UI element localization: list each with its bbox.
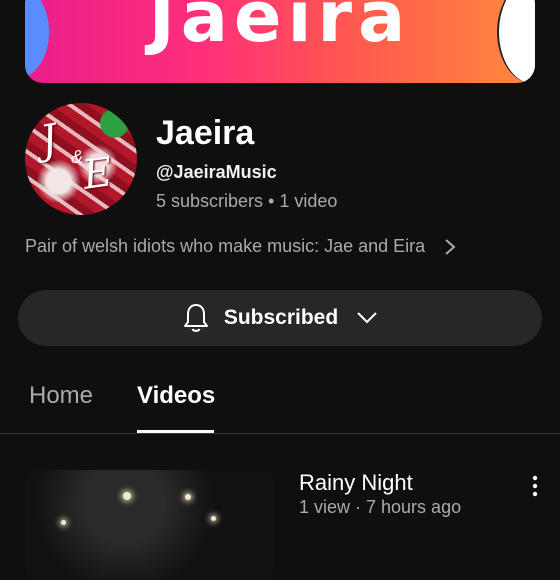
more-options-icon[interactable] [526,474,544,498]
bell-icon [183,304,208,332]
channel-banner: Jaeira [25,0,535,83]
channel-name: Jaeira [156,114,255,152]
tab-videos[interactable]: Videos [137,382,215,410]
subscribed-label: Subscribed [223,306,339,329]
thumbnail-light [185,494,191,500]
channel-handle: @JaeiraMusic [156,162,277,182]
banner-title: Jaeira [148,0,412,58]
thumbnail-light [211,516,216,521]
channel-description: Pair of welsh idiots who make music: Jae… [25,236,426,256]
thumbnail-light [61,520,66,525]
subscribed-button[interactable]: Subscribed [18,290,542,346]
video-thumbnail[interactable] [25,470,274,580]
channel-avatar[interactable]: J & E [25,103,137,215]
channel-stats: 5 subscribers • 1 video [156,191,338,211]
avatar-letter-j: J [37,115,61,165]
video-title[interactable]: Rainy Night [299,470,413,496]
chevron-down-icon [357,312,377,324]
tab-home[interactable]: Home [29,382,93,410]
thumbnail-light [123,492,131,500]
active-tab-indicator [137,430,214,433]
channel-about-link[interactable]: Pair of welsh idiots who make music: Jae… [25,236,457,257]
chevron-right-icon [445,238,456,255]
channel-tabs: Home Videos [0,376,560,434]
avatar-letter-e: E [79,149,116,199]
video-meta: 1 view · 7 hours ago [299,497,462,517]
